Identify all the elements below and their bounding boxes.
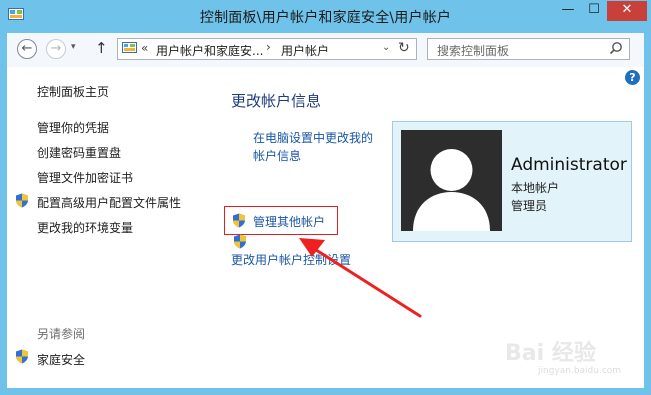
create-password-reset-disk-link[interactable]: 创建密码重置盘 <box>37 144 121 161</box>
account-type: 本地帐户 <box>511 181 560 195</box>
breadcrumb-user-accounts-family-safety[interactable]: 用户帐户和家庭安... <box>156 42 263 59</box>
manage-other-accounts-link[interactable]: 管理其他帐户 <box>253 213 325 230</box>
breadcrumb-separator-icon[interactable]: › <box>266 40 271 54</box>
family-safety-link[interactable]: 家庭安全 <box>37 351 85 368</box>
client-area: ← → ▾ ↑ « 用户帐户和家庭安... › 用户帐户 ⌄ ↻ 搜索控制面板 <box>7 33 644 388</box>
recent-locations-dropdown[interactable]: ▾ <box>71 42 76 52</box>
maximize-button[interactable]: ☐ <box>581 1 607 21</box>
title-bar[interactable]: 控制面板\用户帐户和家庭安全\用户帐户 — ☐ ✕ <box>0 0 651 33</box>
up-button[interactable]: ↑ <box>95 39 108 57</box>
help-icon[interactable]: ? <box>625 70 640 85</box>
manage-encryption-certificates-link[interactable]: 管理文件加密证书 <box>37 169 133 186</box>
default-user-icon <box>413 149 490 231</box>
manage-credentials-link[interactable]: 管理你的凭据 <box>37 119 109 136</box>
watermark-url: jingyan.baidu.com <box>538 366 622 376</box>
uac-shield-icon <box>16 193 28 208</box>
avatar <box>401 130 502 231</box>
control-panel-window: 控制面板\用户帐户和家庭安全\用户帐户 — ☐ ✕ ← → ▾ ↑ « 用户帐户… <box>0 0 651 395</box>
search-icon[interactable] <box>609 41 623 55</box>
manage-other-accounts-highlight[interactable]: 管理其他帐户 <box>224 206 338 235</box>
control-panel-icon <box>122 42 137 53</box>
uac-shield-icon <box>233 213 245 228</box>
minimize-button[interactable]: — <box>555 1 581 21</box>
family-safety-shield-icon <box>16 349 28 364</box>
watermark: Bai 经验 <box>505 341 596 366</box>
see-also-header: 另请参阅 <box>37 327 86 341</box>
uac-shield-icon <box>234 234 246 249</box>
search-placeholder: 搜索控制面板 <box>437 44 510 58</box>
account-name: Administrator <box>511 155 627 175</box>
page-heading: 更改帐户信息 <box>231 92 322 110</box>
control-panel-home-link[interactable]: 控制面板主页 <box>37 83 109 100</box>
change-environment-variables-link[interactable]: 更改我的环境变量 <box>37 219 133 236</box>
forward-button[interactable]: → <box>46 39 66 59</box>
change-uac-settings-link[interactable]: 更改用户帐户控制设置 <box>231 251 351 268</box>
change-account-in-pc-settings-link[interactable]: 在电脑设置中更改我的帐户信息 <box>253 129 383 165</box>
breadcrumb-user-accounts[interactable]: 用户帐户 <box>281 42 329 59</box>
address-dropdown-icon[interactable]: ⌄ <box>382 42 390 53</box>
navigation-bar: ← → ▾ ↑ « 用户帐户和家庭安... › 用户帐户 ⌄ ↻ 搜索控制面板 <box>7 33 644 67</box>
search-box[interactable]: 搜索控制面板 <box>427 38 630 60</box>
address-overflow-chevron[interactable]: « <box>141 41 148 55</box>
back-button[interactable]: ← <box>17 39 37 59</box>
account-role: 管理员 <box>511 199 548 213</box>
refresh-icon[interactable]: ↻ <box>398 40 410 56</box>
window-title: 控制面板\用户帐户和家庭安全\用户帐户 <box>199 10 452 26</box>
close-button[interactable]: ✕ <box>607 1 647 21</box>
address-bar[interactable]: « 用户帐户和家庭安... › 用户帐户 ⌄ ↻ <box>117 38 417 60</box>
advanced-profile-properties-link[interactable]: 配置高级用户配置文件属性 <box>37 194 181 211</box>
account-tile: Administrator 本地帐户 管理员 <box>392 121 632 242</box>
